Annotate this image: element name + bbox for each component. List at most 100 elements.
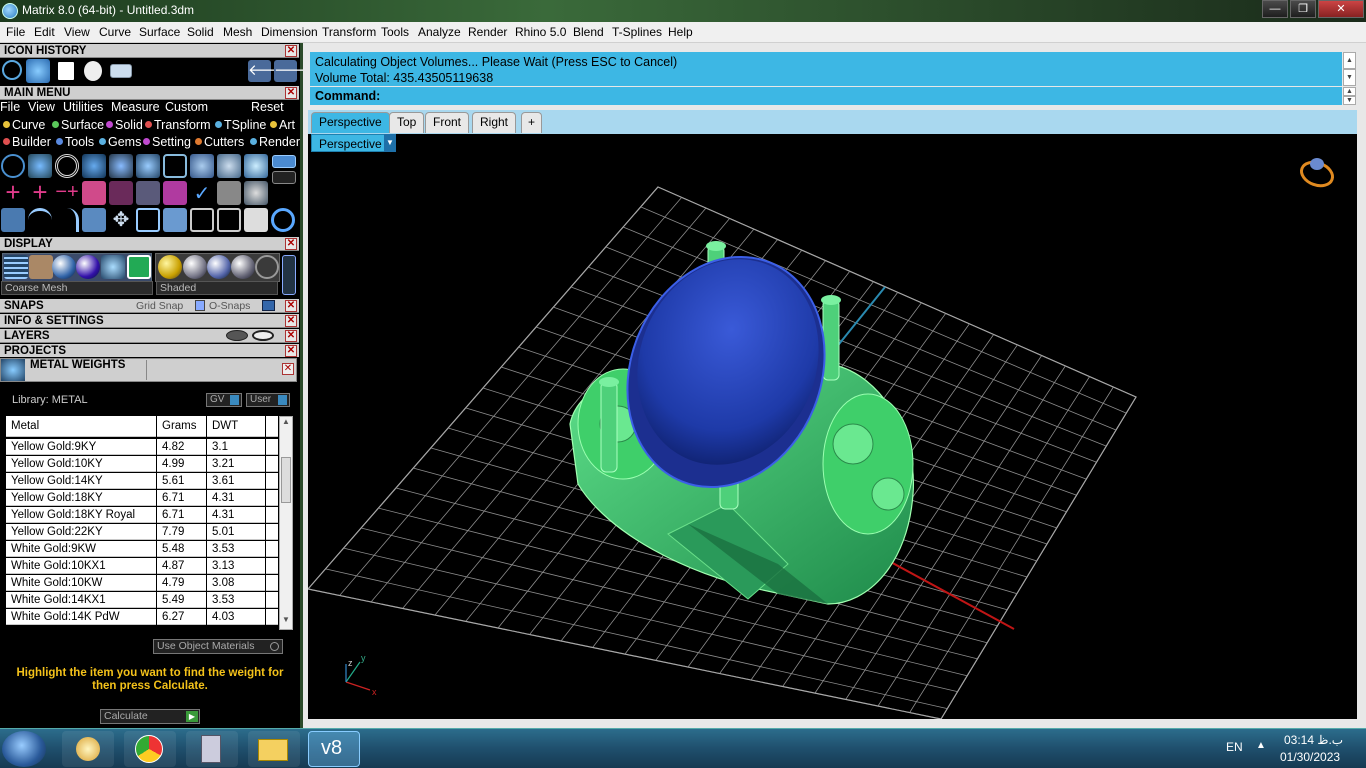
bm-tspline[interactable]: TSpline (215, 118, 266, 132)
viewport-label[interactable]: Perspective ▼ (311, 134, 396, 152)
tool-icon[interactable] (136, 208, 160, 232)
bm-surface[interactable]: Surface (52, 118, 104, 132)
chevron-up-icon[interactable]: ▲ (1256, 740, 1266, 751)
scroll-up-icon[interactable]: ▲ (1343, 52, 1356, 69)
menu-tools[interactable]: Tools (381, 25, 409, 39)
scroll-down-icon[interactable]: ▼ (280, 615, 292, 629)
tab-perspective[interactable]: Perspective (311, 112, 390, 133)
app-icon[interactable] (2, 3, 18, 19)
tool-icon[interactable] (244, 208, 268, 232)
layers-header[interactable]: LAYERS ✕ (0, 329, 299, 343)
remove-point-icon[interactable]: −+ (55, 181, 79, 205)
menu-solid[interactable]: Solid (187, 25, 214, 39)
tool-icon[interactable] (136, 181, 160, 205)
circle-icon[interactable] (271, 208, 295, 232)
view-ring-icon[interactable] (1298, 158, 1336, 190)
arc-icon[interactable] (28, 208, 52, 232)
scroll-thumb[interactable] (281, 457, 291, 503)
back-arrow-icon[interactable]: 🡐 (248, 60, 288, 82)
tool-icon[interactable] (29, 255, 53, 279)
mm-custom[interactable]: Custom (165, 100, 208, 114)
tool-icon[interactable] (217, 181, 241, 205)
table-row[interactable]: White Gold:14KX1 5.49 3.53 (6, 592, 278, 609)
table-row[interactable]: Yellow Gold:9KY 4.82 3.1 (6, 439, 278, 456)
paint-app-icon[interactable] (62, 731, 114, 767)
mm-measure[interactable]: Measure (111, 100, 160, 114)
clock-time[interactable]: 03:14 ب.ظ (1284, 733, 1343, 747)
tool-icon[interactable] (127, 255, 151, 279)
sphere-tool-icon[interactable] (26, 59, 50, 83)
mm-view[interactable]: View (28, 100, 55, 114)
sphere-render-icon[interactable] (76, 255, 100, 279)
table-row[interactable]: White Gold:10KW 4.79 3.08 (6, 575, 278, 592)
menu-help[interactable]: Help (668, 25, 693, 39)
open-folder-icon[interactable] (110, 64, 132, 78)
add-point-icon[interactable]: + (1, 179, 25, 205)
tool-icon[interactable] (163, 181, 187, 205)
icon-history-header[interactable]: ICON HISTORY ✕ (0, 44, 299, 58)
menu-rhino[interactable]: Rhino 5.0 (515, 25, 566, 39)
projects-header[interactable]: PROJECTS ✕ (0, 344, 299, 358)
scroll-up-icon[interactable]: ▲ (280, 417, 292, 431)
table-row[interactable]: Yellow Gold:18KY Royal 6.71 4.31 (6, 507, 278, 524)
calculate-button[interactable]: Calculate ▶ (100, 709, 200, 724)
tab-front[interactable]: Front (425, 112, 470, 133)
mm-file[interactable]: File (0, 100, 20, 114)
close-icon[interactable]: ✕ (285, 87, 297, 99)
circle-icon[interactable] (1, 154, 25, 178)
tool-icon[interactable] (101, 255, 125, 279)
move-icon[interactable]: ✥ (109, 208, 133, 232)
col-grams[interactable]: Grams (157, 416, 206, 437)
curve-tool-icon[interactable] (28, 154, 52, 178)
bm-render[interactable]: Render (250, 135, 300, 149)
menu-analyze[interactable]: Analyze (418, 25, 461, 39)
scroll-down-icon[interactable]: ▼ (1343, 96, 1356, 105)
table-row[interactable]: White Gold:10KX1 4.87 3.13 (6, 558, 278, 575)
sphere-shaded-icon[interactable] (52, 255, 76, 279)
bm-tools[interactable]: Tools (56, 135, 94, 149)
menu-render[interactable]: Render (468, 25, 507, 39)
table-row[interactable]: White Gold:9KW 5.48 3.53 (6, 541, 278, 558)
gem-tool-icon[interactable] (82, 154, 106, 178)
metal-table[interactable]: Metal Grams DWT Yellow Gold:9KY 4.82 3.1 Y… (6, 416, 278, 630)
tab-top[interactable]: Top (389, 112, 425, 133)
minimize-button[interactable]: — (1262, 0, 1288, 18)
bm-solid[interactable]: Solid (106, 118, 143, 132)
tool-icon[interactable] (190, 154, 214, 178)
tool-icon[interactable] (190, 208, 214, 232)
bm-cutters[interactable]: Cutters (195, 135, 244, 149)
sphere-off-icon[interactable] (255, 255, 279, 279)
tool-icon[interactable] (109, 154, 133, 178)
shade-select[interactable]: Shaded (156, 281, 278, 295)
add-point-icon[interactable]: + (28, 179, 52, 205)
table-row[interactable]: Yellow Gold:10KY 4.99 3.21 (6, 456, 278, 473)
toggle-icon[interactable] (282, 255, 296, 295)
bm-transform[interactable]: Transform (145, 118, 211, 132)
close-icon[interactable]: ✕ (282, 363, 294, 375)
tool-icon[interactable] (1, 208, 25, 232)
check-icon[interactable]: ✓ (190, 181, 214, 205)
menu-blend[interactable]: Blend (573, 25, 604, 39)
bm-builder[interactable]: Builder (3, 135, 51, 149)
sphere-icon[interactable] (231, 255, 255, 279)
mm-reset[interactable]: Reset (251, 100, 284, 114)
close-icon[interactable]: ✕ (285, 238, 297, 250)
layer-icon[interactable] (226, 330, 248, 341)
toggle-icon[interactable] (262, 300, 275, 311)
silver-sphere-icon[interactable] (183, 255, 207, 279)
start-button[interactable] (2, 731, 46, 767)
col-metal[interactable]: Metal (6, 416, 156, 437)
matrix-app-icon[interactable]: v8 (308, 731, 360, 767)
command-prompt[interactable]: Command: (310, 87, 1342, 105)
toggle-icon[interactable] (272, 171, 296, 184)
mm-utilities[interactable]: Utilities (63, 100, 103, 114)
language-indicator[interactable]: EN (1226, 740, 1243, 754)
menu-transform[interactable]: Transform (322, 25, 376, 39)
maximize-button[interactable]: ❐ (1290, 0, 1316, 18)
tool-icon[interactable] (109, 181, 133, 205)
scroll-up-icon[interactable]: ▲ (1343, 87, 1356, 96)
close-icon[interactable]: ✕ (285, 330, 297, 342)
save-icon[interactable] (84, 61, 102, 81)
menu-curve[interactable]: Curve (99, 25, 131, 39)
calculator-app-icon[interactable] (186, 731, 238, 767)
